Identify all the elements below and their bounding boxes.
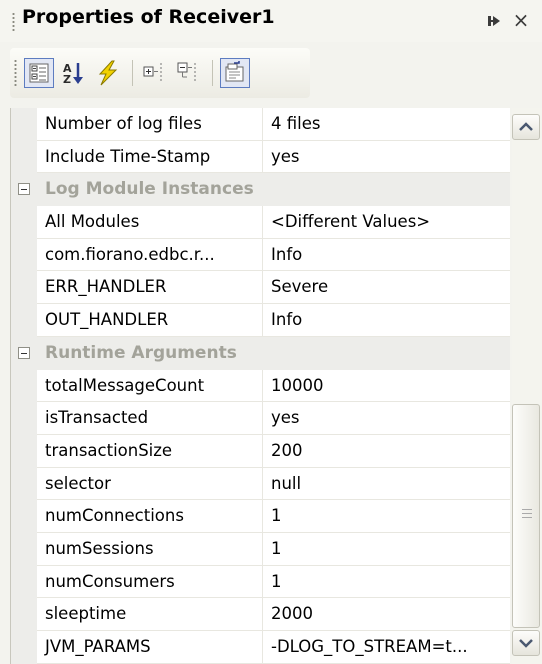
property-name[interactable]: Include Time-Stamp <box>37 140 263 174</box>
toolbar-separator <box>212 60 213 86</box>
thumb-grip-icon <box>522 509 532 518</box>
row-gutter <box>11 500 37 533</box>
toolbar-grip[interactable] <box>14 59 17 87</box>
property-name[interactable]: com.fiorano.edbc.r... <box>37 238 263 272</box>
row-gutter <box>11 206 37 239</box>
property-value[interactable]: 10000 <box>263 370 510 403</box>
property-value[interactable]: Info <box>263 239 510 272</box>
property-value[interactable]: yes <box>263 141 510 174</box>
property-name[interactable]: Number of log files <box>37 108 263 141</box>
property-row[interactable]: Include Time-Stamp yes <box>11 140 510 174</box>
row-gutter <box>11 467 37 501</box>
property-value[interactable]: 2000 <box>263 598 510 631</box>
events-icon <box>98 60 118 86</box>
categorized-icon <box>29 63 49 83</box>
property-name[interactable]: OUT_HANDLER <box>37 304 263 337</box>
vertical-scrollbar[interactable] <box>512 108 542 664</box>
properties-panel: Properties of Receiver1 × A Z Number of … <box>0 0 542 664</box>
alphabetical-sort-icon: A Z <box>63 62 83 86</box>
property-row[interactable]: sleeptime 2000 <box>11 598 510 631</box>
property-value[interactable]: Info <box>263 304 510 337</box>
row-gutter <box>11 238 37 272</box>
property-row[interactable]: numConsumers 1 <box>11 565 510 599</box>
property-value[interactable]: 1 <box>263 533 510 566</box>
row-gutter <box>11 108 37 141</box>
row-gutter <box>11 304 37 337</box>
collapse-all-button[interactable] <box>174 58 204 88</box>
property-row[interactable]: transactionSize 200 <box>11 434 510 468</box>
row-gutter <box>11 598 37 631</box>
property-row[interactable]: com.fiorano.edbc.r... Info <box>11 238 510 272</box>
toolbar: A Z <box>10 48 310 98</box>
category-row[interactable]: Runtime Arguments <box>11 336 510 370</box>
property-name[interactable]: numSessions <box>37 532 263 566</box>
property-row[interactable]: JVM_PARAMS -DLOG_TO_STREAM=t... <box>11 631 510 664</box>
property-value[interactable]: 1 <box>263 500 510 533</box>
collapse-icon[interactable] <box>18 346 30 359</box>
alphabetical-button[interactable]: A Z <box>58 58 88 88</box>
collapse-icon[interactable] <box>18 183 30 196</box>
collapse-all-icon <box>177 62 196 81</box>
property-value[interactable]: null <box>263 468 510 501</box>
property-row[interactable]: selector null <box>11 467 510 501</box>
property-name[interactable]: ERR_HANDLER <box>37 271 263 305</box>
property-row[interactable]: ERR_HANDLER Severe <box>11 271 510 305</box>
row-gutter <box>11 631 37 664</box>
scroll-thumb[interactable] <box>512 404 540 628</box>
categorized-button[interactable] <box>24 58 54 88</box>
property-row[interactable]: numSessions 1 <box>11 532 510 566</box>
property-row[interactable]: All Modules <Different Values> <box>11 206 510 239</box>
category-row[interactable]: Log Module Instances <box>11 173 510 207</box>
close-button[interactable]: × <box>510 9 532 31</box>
scroll-up-button[interactable] <box>512 114 540 140</box>
property-name[interactable]: isTransacted <box>37 402 263 435</box>
property-row[interactable]: numConnections 1 <box>11 500 510 533</box>
property-value[interactable]: <Different Values> <box>263 206 510 239</box>
row-gutter <box>11 434 37 468</box>
property-value[interactable]: yes <box>263 402 510 435</box>
scroll-down-button[interactable] <box>512 630 540 656</box>
property-value[interactable]: Severe <box>263 271 510 305</box>
expand-all-icon <box>143 63 162 81</box>
property-name[interactable]: selector <box>37 467 263 501</box>
property-value[interactable]: 4 files <box>263 108 510 141</box>
row-gutter <box>11 565 37 599</box>
property-pages-icon <box>225 61 244 82</box>
row-gutter <box>11 402 37 435</box>
property-name[interactable]: numConnections <box>37 500 263 533</box>
panel-title: Properties of Receiver1 <box>22 6 275 28</box>
chevron-up-icon <box>519 122 533 131</box>
property-name[interactable]: sleeptime <box>37 598 263 631</box>
property-value[interactable]: 200 <box>263 435 510 468</box>
title-bar: Properties of Receiver1 × <box>0 0 542 42</box>
svg-text:Z: Z <box>63 73 71 86</box>
title-grip[interactable] <box>12 12 15 32</box>
category-label: Runtime Arguments <box>45 342 237 363</box>
property-name[interactable]: JVM_PARAMS <box>37 631 263 664</box>
property-row[interactable]: OUT_HANDLER Info <box>11 304 510 337</box>
chevron-down-icon <box>519 639 533 648</box>
row-gutter <box>11 532 37 566</box>
property-row[interactable]: isTransacted yes <box>11 402 510 435</box>
property-value[interactable]: 1 <box>263 566 510 599</box>
category-label: Log Module Instances <box>45 179 254 200</box>
property-row[interactable]: totalMessageCount 10000 <box>11 369 510 403</box>
property-row[interactable]: Number of log files 4 files <box>11 108 510 141</box>
events-button[interactable] <box>92 58 122 88</box>
row-gutter <box>11 271 37 305</box>
property-name[interactable]: transactionSize <box>37 434 263 468</box>
property-name[interactable]: totalMessageCount <box>37 369 263 403</box>
property-grid: Number of log files 4 files Include Time-S… <box>10 108 510 664</box>
expand-all-button[interactable] <box>140 58 170 88</box>
property-value[interactable]: -DLOG_TO_STREAM=t... <box>263 631 510 664</box>
pin-icon[interactable] <box>484 10 506 32</box>
row-gutter <box>11 369 37 403</box>
property-pages-button[interactable] <box>220 58 250 88</box>
property-name[interactable]: numConsumers <box>37 565 263 599</box>
row-gutter <box>11 140 37 174</box>
property-name[interactable]: All Modules <box>37 206 263 239</box>
toolbar-separator <box>132 60 133 86</box>
